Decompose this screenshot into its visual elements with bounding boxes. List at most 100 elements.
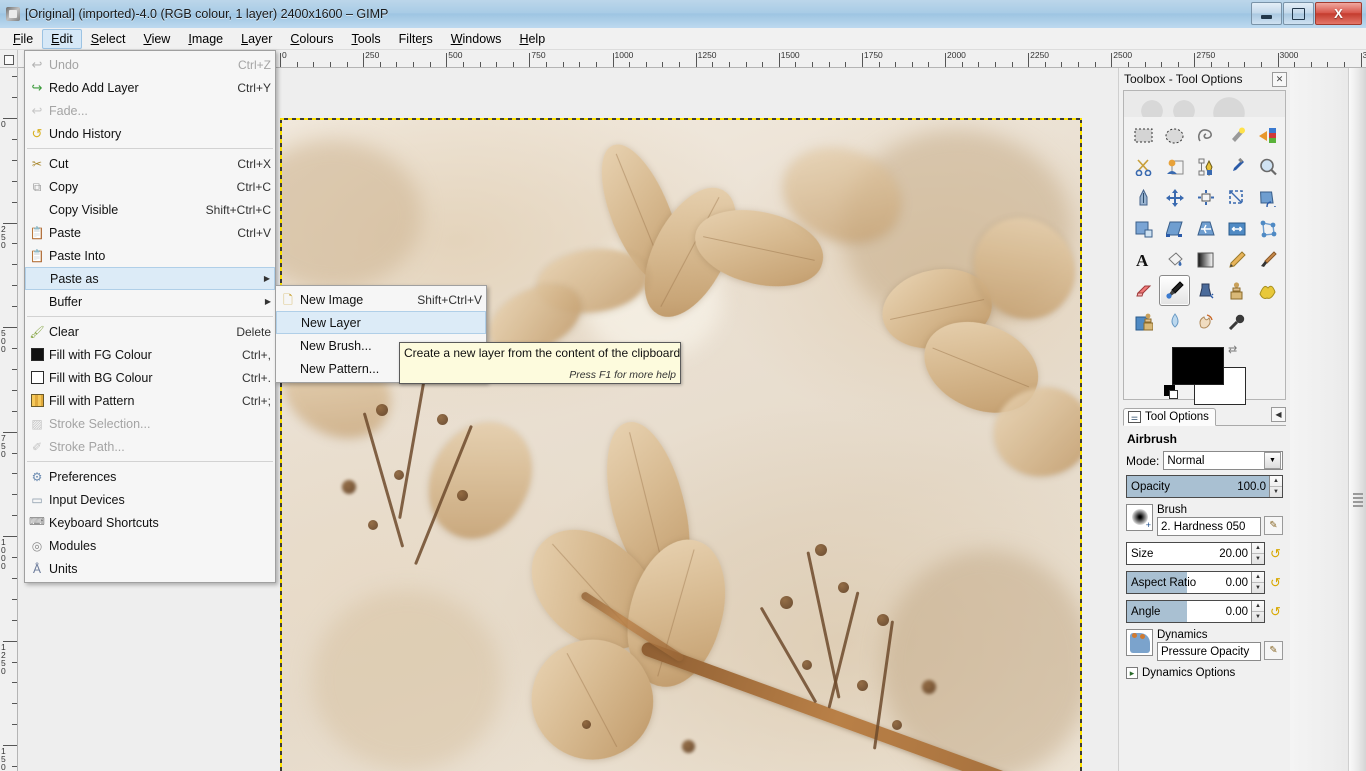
reset-icon[interactable]: ↺ bbox=[1268, 546, 1283, 561]
opacity-stepper[interactable]: ▲ ▼ bbox=[1269, 476, 1282, 497]
menu-view[interactable]: View bbox=[134, 29, 179, 49]
bucket-fill-tool[interactable] bbox=[1159, 244, 1190, 275]
menu-item-fill-with-fg-colour[interactable]: Fill with FG Colour Ctrl+, bbox=[25, 343, 275, 366]
alignment-tool[interactable] bbox=[1190, 182, 1221, 213]
perspective-clone-tool[interactable] bbox=[1128, 306, 1159, 337]
menu-item-preferences[interactable]: ⚙ Preferences bbox=[25, 465, 275, 488]
maximize-button[interactable] bbox=[1283, 2, 1314, 25]
tab-tool-options[interactable]: ⚌ Tool Options bbox=[1123, 408, 1216, 426]
brush-preview[interactable]: + bbox=[1126, 504, 1153, 531]
menu-item-paste-as[interactable]: Paste as ▶ bbox=[25, 267, 275, 290]
measure-tool[interactable] bbox=[1128, 182, 1159, 213]
image-canvas[interactable] bbox=[280, 118, 1082, 771]
minimize-button[interactable] bbox=[1251, 2, 1282, 25]
menu-item-new-image[interactable]: 🗋 New Image Shift+Ctrl+V bbox=[276, 288, 486, 311]
scale-tool[interactable] bbox=[1128, 213, 1159, 244]
select-by-colour-tool[interactable] bbox=[1252, 120, 1283, 151]
menu-tools[interactable]: Tools bbox=[342, 29, 389, 49]
foreground-colour-swatch[interactable] bbox=[1172, 347, 1224, 385]
close-button[interactable]: X bbox=[1315, 2, 1362, 25]
menu-item-clear[interactable]: 🖌 Clear Delete bbox=[25, 320, 275, 343]
cage-transform-tool[interactable] bbox=[1252, 213, 1283, 244]
ink-tool[interactable] bbox=[1190, 275, 1221, 306]
angle-slider[interactable]: Angle 0.00 ▲ ▼ bbox=[1126, 600, 1265, 623]
dock-splitter-handle[interactable] bbox=[1348, 68, 1366, 771]
opacity-slider[interactable]: Opacity 100.0 ▲ ▼ bbox=[1126, 475, 1283, 498]
perspective-tool[interactable] bbox=[1190, 213, 1221, 244]
aspect-ratio-slider[interactable]: Aspect Ratio 0.00 ▲ ▼ bbox=[1126, 571, 1265, 594]
menu-item-buffer[interactable]: Buffer ▶ bbox=[25, 290, 275, 313]
collapse-left-icon[interactable]: ◀ bbox=[1271, 407, 1286, 422]
rotate-tool[interactable] bbox=[1252, 182, 1283, 213]
mode-select[interactable]: Normal ▼ bbox=[1163, 451, 1283, 470]
blur-sharpen-tool[interactable] bbox=[1159, 306, 1190, 337]
rect-select-tool[interactable] bbox=[1128, 120, 1159, 151]
dynamics-options-row[interactable]: ▸ Dynamics Options bbox=[1126, 667, 1283, 679]
menu-help[interactable]: Help bbox=[510, 29, 554, 49]
dynamics-options-checkbox[interactable]: ▸ bbox=[1126, 667, 1138, 679]
clone-tool[interactable] bbox=[1221, 275, 1252, 306]
paths-tool[interactable] bbox=[1190, 151, 1221, 182]
size-stepper[interactable]: ▲ ▼ bbox=[1251, 543, 1264, 564]
heal-tool[interactable] bbox=[1252, 275, 1283, 306]
edit-dynamics-icon[interactable]: ✎ bbox=[1264, 641, 1283, 660]
aspect-ratio-stepper[interactable]: ▲ ▼ bbox=[1251, 572, 1264, 593]
brush-value[interactable]: 2. Hardness 050 bbox=[1157, 517, 1261, 536]
menu-select[interactable]: Select bbox=[82, 29, 135, 49]
gradient-tool[interactable] bbox=[1190, 244, 1221, 275]
text-tool[interactable]: A bbox=[1128, 244, 1159, 275]
fuzzy-select-tool[interactable] bbox=[1221, 120, 1252, 151]
dock-close-button[interactable]: ✕ bbox=[1272, 71, 1287, 87]
eraser-tool[interactable] bbox=[1128, 275, 1159, 306]
menu-item-fill-with-pattern[interactable]: Fill with Pattern Ctrl+; bbox=[25, 389, 275, 412]
free-select-tool[interactable] bbox=[1190, 120, 1221, 151]
edit-menu[interactable]: ↩ Undo Ctrl+Z ↪ Redo Add Layer Ctrl+Y ↩ Fade...… bbox=[24, 50, 276, 583]
flip-tool[interactable] bbox=[1221, 213, 1252, 244]
chevron-down-icon[interactable]: ▼ bbox=[1264, 452, 1281, 469]
default-colours-icon[interactable] bbox=[1164, 385, 1178, 399]
menu-item-fill-with-bg-colour[interactable]: Fill with BG Colour Ctrl+. bbox=[25, 366, 275, 389]
menu-item-copy[interactable]: ⧉ Copy Ctrl+C bbox=[25, 175, 275, 198]
vertical-ruler[interactable]: 0 250 500 750 1000 1250 1500 bbox=[0, 68, 18, 771]
reset-icon[interactable]: ↺ bbox=[1268, 575, 1283, 590]
dynamics-value[interactable]: Pressure Opacity bbox=[1157, 642, 1261, 661]
move-tool[interactable] bbox=[1159, 182, 1190, 213]
foreground-select-tool[interactable] bbox=[1159, 151, 1190, 182]
reset-icon[interactable]: ↺ bbox=[1268, 604, 1283, 619]
smudge-tool[interactable] bbox=[1190, 306, 1221, 337]
swap-colours-icon[interactable]: ⇄ bbox=[1228, 343, 1237, 356]
crop-tool[interactable] bbox=[1221, 182, 1252, 213]
size-slider[interactable]: Size 20.00 ▲ ▼ bbox=[1126, 542, 1265, 565]
menu-item-paste-into[interactable]: 📋 Paste Into bbox=[25, 244, 275, 267]
menu-item-cut[interactable]: ✂ Cut Ctrl+X bbox=[25, 152, 275, 175]
menu-edit[interactable]: Edit bbox=[42, 28, 82, 49]
edit-brush-icon[interactable]: ✎ bbox=[1264, 516, 1283, 535]
menu-item-redo-add-layer[interactable]: ↪ Redo Add Layer Ctrl+Y bbox=[25, 76, 275, 99]
zoom-tool[interactable] bbox=[1252, 151, 1283, 182]
menu-item-input-devices[interactable]: ▭ Input Devices bbox=[25, 488, 275, 511]
dodge-burn-tool[interactable] bbox=[1221, 306, 1252, 337]
angle-stepper[interactable]: ▲ ▼ bbox=[1251, 601, 1264, 622]
menu-layer[interactable]: Layer bbox=[232, 29, 281, 49]
scissors-select-tool[interactable] bbox=[1128, 151, 1159, 182]
menu-item-keyboard-shortcuts[interactable]: ⌨ Keyboard Shortcuts bbox=[25, 511, 275, 534]
menu-file[interactable]: File bbox=[4, 29, 42, 49]
wilber-drop-area[interactable] bbox=[1124, 91, 1285, 117]
menu-item-copy-visible[interactable]: Copy Visible Shift+Ctrl+C bbox=[25, 198, 275, 221]
menu-item-modules[interactable]: ◎ Modules bbox=[25, 534, 275, 557]
menu-image[interactable]: Image bbox=[179, 29, 232, 49]
menu-filters[interactable]: Filters bbox=[390, 29, 442, 49]
paintbrush-tool[interactable] bbox=[1252, 244, 1283, 275]
shear-tool[interactable] bbox=[1159, 213, 1190, 244]
menu-item-undo-history[interactable]: ↺ Undo History bbox=[25, 122, 275, 145]
dynamics-preview[interactable] bbox=[1126, 629, 1153, 656]
ruler-origin-button[interactable] bbox=[0, 50, 18, 68]
menu-item-paste[interactable]: 📋 Paste Ctrl+V bbox=[25, 221, 275, 244]
ellipse-select-tool[interactable] bbox=[1159, 120, 1190, 151]
menu-item-new-layer[interactable]: New Layer bbox=[276, 311, 486, 334]
pencil-tool[interactable] bbox=[1221, 244, 1252, 275]
menu-colours[interactable]: Colours bbox=[281, 29, 342, 49]
menu-item-units[interactable]: Å Units bbox=[25, 557, 275, 580]
menu-windows[interactable]: Windows bbox=[442, 29, 511, 49]
colour-picker-tool[interactable] bbox=[1221, 151, 1252, 182]
